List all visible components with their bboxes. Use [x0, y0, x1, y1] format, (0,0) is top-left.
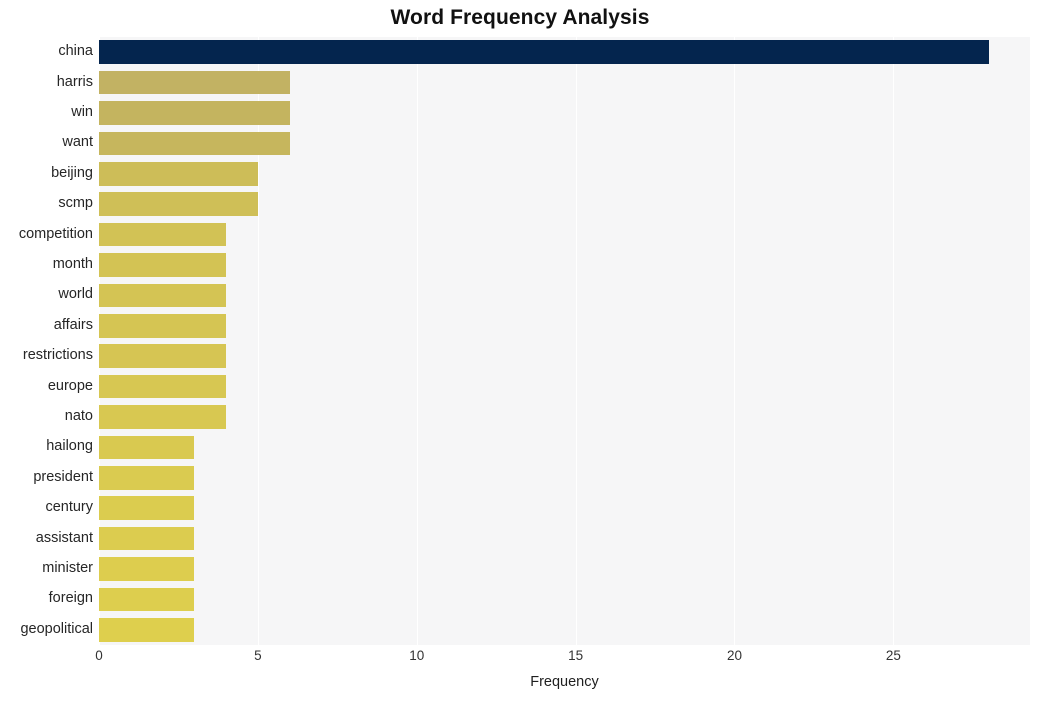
bar-month[interactable] [99, 253, 227, 277]
y-tick-label-month: month [52, 256, 93, 272]
bar-win[interactable] [99, 101, 290, 125]
bar-row[interactable] [99, 70, 1030, 95]
chart-title: Word Frequency Analysis [390, 6, 650, 29]
bar-scmp[interactable] [99, 192, 258, 217]
bar-row[interactable] [99, 40, 1030, 65]
y-tick-label-want: want [62, 134, 93, 151]
y-tick-label-president: president [33, 468, 93, 485]
bar-foreign[interactable] [99, 587, 195, 612]
y-tick-label-china: china [58, 43, 93, 60]
bar-row[interactable] [99, 465, 1030, 490]
y-tick-label-europe: europe [47, 377, 93, 394]
y-tick-label-century: century [45, 499, 93, 516]
bar-row[interactable] [99, 161, 1030, 186]
x-axis-ticks: 0 5 10 15 20 25 [95, 648, 1030, 670]
bar-want[interactable] [99, 131, 290, 156]
bar-century[interactable] [99, 496, 195, 521]
x-tick-label: 25 [885, 648, 901, 663]
bar-affairs[interactable] [99, 313, 227, 338]
bar-row[interactable] [99, 587, 1030, 612]
bar-row[interactable] [99, 405, 1030, 429]
x-tick-label: 5 [254, 648, 262, 663]
bar-row[interactable] [99, 192, 1030, 217]
x-tick-label: 10 [409, 648, 425, 663]
bar-china[interactable] [99, 40, 989, 65]
bar-president[interactable] [99, 465, 195, 490]
y-tick-label-beijing: beijing [51, 164, 93, 181]
bar-row[interactable] [99, 313, 1030, 338]
bar-row[interactable] [99, 557, 1030, 581]
y-tick-label-assistant: assistant [35, 529, 93, 546]
y-tick-label-world: world [58, 286, 93, 303]
word-frequency-chart: Word Frequency Analysis china harris win wa… [0, 0, 1040, 701]
bar-hailong[interactable] [99, 435, 195, 460]
x-tick-label: 0 [95, 648, 103, 663]
bar-beijing[interactable] [99, 161, 258, 186]
plot-area [99, 37, 1030, 645]
y-tick-label-scmp: scmp [58, 195, 93, 212]
bar-assistant[interactable] [99, 526, 195, 551]
y-tick-label-competition: competition [18, 225, 93, 242]
bar-row[interactable] [99, 374, 1030, 399]
bar-row[interactable] [99, 101, 1030, 125]
y-tick-label-win: win [71, 104, 93, 120]
y-tick-label-restrictions: restrictions [22, 347, 93, 364]
bar-series [99, 37, 1030, 645]
bar-world[interactable] [99, 283, 227, 308]
x-tick-label: 15 [568, 648, 584, 663]
bar-row[interactable] [99, 253, 1030, 277]
y-tick-label-foreign: foreign [48, 590, 93, 607]
y-axis-labels: china harris win want beijing scmp competition… [0, 37, 93, 645]
bar-restrictions[interactable] [99, 344, 227, 369]
x-axis-title: Frequency [530, 674, 599, 690]
bar-row[interactable] [99, 617, 1030, 642]
x-tick-label: 20 [726, 648, 742, 663]
bar-europe[interactable] [99, 374, 227, 399]
bar-row[interactable] [99, 496, 1030, 521]
y-tick-label-harris: harris [56, 73, 93, 90]
bar-row[interactable] [99, 283, 1030, 308]
bar-competition[interactable] [99, 222, 227, 247]
bar-geopolitical[interactable] [99, 617, 195, 642]
bar-row[interactable] [99, 526, 1030, 551]
bar-row[interactable] [99, 435, 1030, 460]
y-tick-label-geopolitical: geopolitical [20, 620, 93, 637]
bar-harris[interactable] [99, 70, 290, 95]
bar-row[interactable] [99, 131, 1030, 156]
bar-row[interactable] [99, 222, 1030, 247]
bar-row[interactable] [99, 344, 1030, 369]
y-tick-label-hailong: hailong [46, 438, 93, 455]
bar-minister[interactable] [99, 557, 195, 581]
y-tick-label-minister: minister [42, 560, 93, 576]
bar-nato[interactable] [99, 405, 227, 429]
y-tick-label-nato: nato [64, 408, 93, 424]
y-tick-label-affairs: affairs [53, 316, 93, 333]
